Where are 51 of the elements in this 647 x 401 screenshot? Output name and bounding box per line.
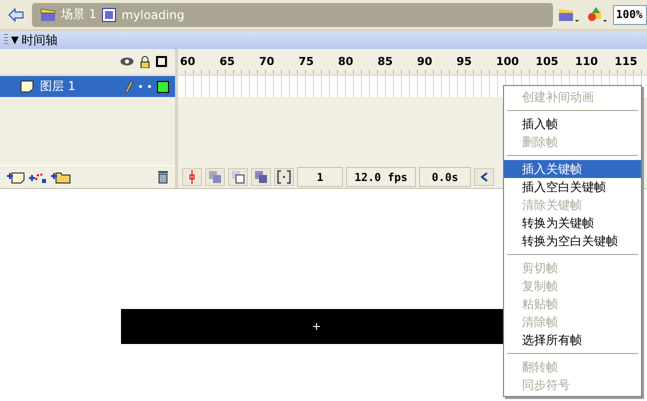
center-frame-button[interactable]: [182, 168, 202, 186]
frame-number: 105: [536, 55, 560, 68]
menu-item[interactable]: 插入空白关键帧: [504, 178, 641, 196]
symbol-icon: [102, 8, 116, 22]
playhead-icon: [189, 170, 195, 184]
panel-title: 时间轴: [22, 32, 58, 48]
frame-number: 65: [220, 55, 236, 68]
eye-icon[interactable]: [120, 57, 134, 66]
menu-item[interactable]: 插入帧: [504, 115, 641, 133]
chevron-left-icon: [480, 172, 488, 182]
outline-icon[interactable]: [156, 56, 167, 67]
frame-number: 80: [338, 55, 354, 68]
layer-icon: [20, 80, 34, 93]
pencil-icon: [125, 80, 133, 94]
grip-icon: [4, 34, 8, 46]
onion-outline-button[interactable]: [228, 168, 248, 186]
onion-markers-button[interactable]: [274, 168, 294, 186]
lock-icon[interactable]: [140, 56, 150, 68]
elapsed-time: 0.0s: [419, 167, 471, 187]
frame-number: 100: [496, 55, 520, 68]
layer-row[interactable]: 图层 1: [0, 76, 175, 97]
frame-number: 85: [378, 55, 394, 68]
back-arrow-icon: [8, 8, 24, 22]
frame-number: 70: [259, 55, 276, 68]
frame-rate: 12.0 fps: [346, 167, 416, 187]
unlocked-dot[interactable]: [148, 85, 151, 88]
current-frame: 1: [297, 167, 343, 187]
frame-number: 95: [456, 55, 473, 68]
zoom-field[interactable]: 100%: [613, 4, 647, 24]
visible-dot[interactable]: [139, 85, 142, 88]
scene-link[interactable]: 场景 1: [40, 6, 96, 23]
collapse-toggle[interactable]: ▼: [11, 34, 19, 46]
add-layer-icon[interactable]: [6, 170, 26, 184]
edit-frames-button[interactable]: [251, 168, 271, 186]
scroll-left-button[interactable]: [474, 168, 494, 186]
outline-swatch[interactable]: [157, 80, 169, 92]
crosshair-icon: [312, 323, 320, 330]
add-folder-icon[interactable]: [50, 170, 72, 184]
trash-icon[interactable]: [157, 170, 169, 184]
menu-item[interactable]: 转换为关键帧: [504, 214, 641, 232]
frame-number: 60: [180, 55, 196, 68]
symbol-link[interactable]: myloading: [102, 8, 184, 22]
menu-item[interactable]: 插入关键帧: [504, 160, 641, 178]
frame-number: 75: [298, 55, 315, 68]
menu-item[interactable]: 转换为空白关键帧: [504, 232, 641, 250]
clapperboard-icon: [40, 8, 56, 22]
layer-name: 图层 1: [40, 78, 76, 95]
frame-number: 110: [575, 55, 599, 68]
frame-number: 90: [417, 55, 434, 68]
menu-item[interactable]: 选择所有帧: [504, 331, 641, 349]
frame-number: 115: [614, 55, 638, 68]
